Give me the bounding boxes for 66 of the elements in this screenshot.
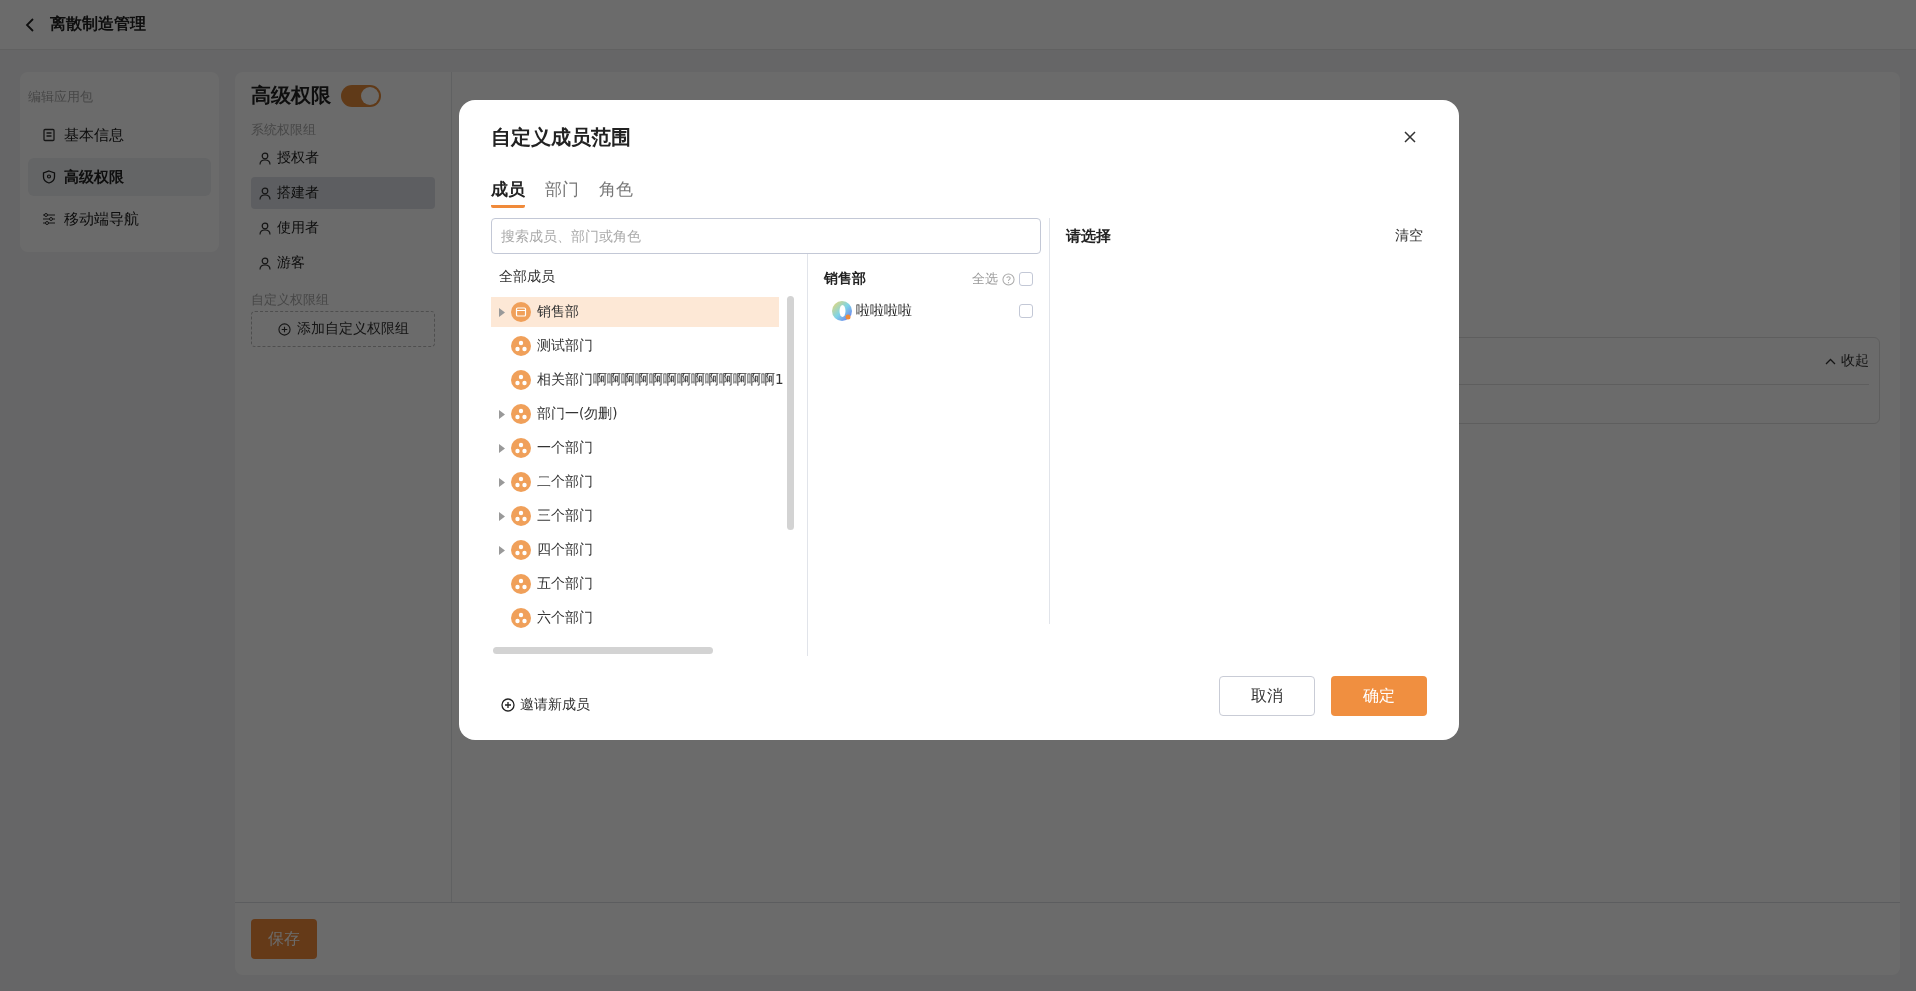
avatar-icon	[832, 301, 852, 321]
tree-item[interactable]: 四个部门	[491, 535, 779, 565]
user-icon	[259, 186, 271, 200]
member-name: 啦啦啦啦	[856, 302, 913, 320]
user-icon	[259, 221, 271, 235]
tab[interactable]: 部门	[545, 178, 579, 208]
department-icon	[511, 540, 531, 560]
checkbox[interactable]	[1019, 304, 1033, 318]
collapse-button[interactable]: 收起	[1825, 352, 1869, 370]
checkbox[interactable]	[1019, 272, 1033, 286]
tab[interactable]: 角色	[599, 178, 633, 208]
select-all-label: 全选	[972, 270, 998, 288]
permission-group-item[interactable]: 游客	[251, 247, 435, 279]
selection-title: 请选择	[1066, 227, 1111, 246]
section-title: 高级权限	[251, 82, 331, 109]
tree-item[interactable]: 销售部	[491, 297, 779, 327]
tree-item[interactable]: 测试部门	[491, 331, 779, 361]
permission-group-item[interactable]: 授权者	[251, 142, 435, 174]
caret-icon[interactable]	[499, 511, 505, 521]
caret-icon[interactable]	[499, 307, 505, 317]
tree-item[interactable]: 三个部门	[491, 501, 779, 531]
shield-icon	[42, 170, 56, 184]
clear-button[interactable]: 清空	[1395, 227, 1423, 245]
page-title: 离散制造管理	[50, 14, 146, 35]
scrollbar[interactable]	[787, 296, 794, 530]
tree-item[interactable]: 二个部门	[491, 467, 779, 497]
invite-button[interactable]: 邀请新成员	[491, 696, 590, 714]
tree-root-label: 全部成员	[499, 268, 556, 286]
sidebar-item[interactable]: 移动端导航	[28, 200, 211, 238]
department-icon	[511, 370, 531, 390]
department-icon	[511, 404, 531, 424]
scrollbar[interactable]	[493, 647, 713, 654]
department-icon	[511, 506, 531, 526]
building-icon	[511, 302, 531, 322]
user-icon	[259, 151, 271, 165]
document-icon	[42, 128, 56, 142]
plus-circle-icon	[277, 322, 291, 336]
search-field[interactable]: 搜索成员、部门或角色	[491, 218, 1041, 254]
department-icon	[511, 608, 531, 628]
tree-item[interactable]: 部门一(勿删)	[491, 399, 779, 429]
sidebar-item[interactable]: 基本信息	[28, 116, 211, 154]
caret-icon[interactable]	[499, 545, 505, 555]
chevron-up-icon	[1825, 357, 1836, 365]
department-icon	[511, 438, 531, 458]
department-icon	[511, 472, 531, 492]
caret-icon[interactable]	[499, 477, 505, 487]
dialog-title: 自定义成员范围	[491, 123, 631, 151]
tab[interactable]: 成员	[491, 178, 525, 208]
toggle-switch[interactable]	[341, 84, 381, 107]
caret-icon[interactable]	[499, 443, 505, 453]
help-icon[interactable]	[1002, 272, 1015, 286]
tree-item[interactable]: 五个部门	[491, 569, 779, 599]
permission-group-item[interactable]: 使用者	[251, 212, 435, 244]
cancel-button[interactable]: 取消	[1219, 676, 1315, 716]
sliders-icon	[42, 212, 56, 226]
back-icon[interactable]	[24, 16, 36, 33]
tree-item[interactable]: 相关部门啊啊啊啊啊啊啊啊啊啊啊啊啊1	[491, 365, 784, 395]
department-icon	[511, 574, 531, 594]
department-icon	[511, 336, 531, 356]
close-icon[interactable]	[1403, 130, 1417, 144]
user-icon	[259, 256, 271, 270]
tree-item[interactable]: 六个部门	[491, 603, 779, 633]
caret-icon[interactable]	[499, 409, 505, 419]
tree-item[interactable]: 一个部门	[491, 433, 779, 463]
department-title: 销售部	[824, 270, 867, 288]
plus-circle-icon	[501, 698, 515, 712]
